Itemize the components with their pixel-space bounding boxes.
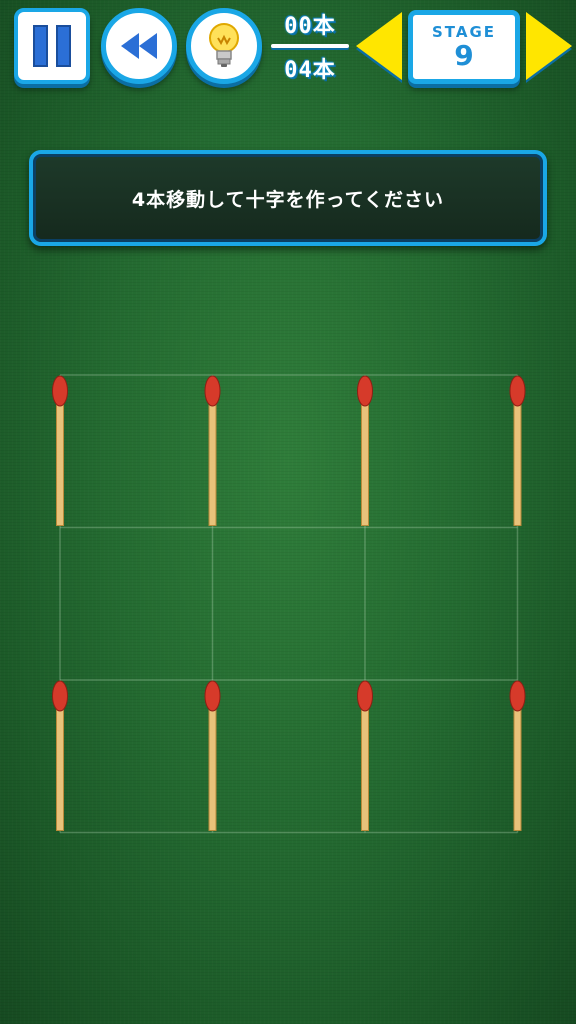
matchsticks[interactable]	[52, 375, 526, 831]
matchstick-head	[509, 680, 526, 712]
matchstick[interactable]	[509, 680, 526, 831]
matchstick-head	[357, 375, 373, 407]
matchstick-head	[204, 680, 221, 712]
matchstick[interactable]	[357, 680, 373, 831]
matchstick[interactable]	[357, 375, 373, 526]
grid-lines	[59, 374, 519, 834]
matchstick-head	[52, 680, 68, 712]
matchstick-head	[204, 375, 221, 407]
matchstick[interactable]	[52, 375, 68, 526]
matchstick[interactable]	[204, 680, 221, 831]
matchstick[interactable]	[509, 375, 526, 526]
matchstick[interactable]	[52, 680, 68, 831]
matchstick[interactable]	[204, 375, 221, 526]
matchstick-head	[357, 680, 373, 712]
puzzle-board[interactable]	[0, 0, 576, 1024]
matchstick-head	[52, 375, 68, 407]
matchstick-head	[509, 375, 526, 407]
